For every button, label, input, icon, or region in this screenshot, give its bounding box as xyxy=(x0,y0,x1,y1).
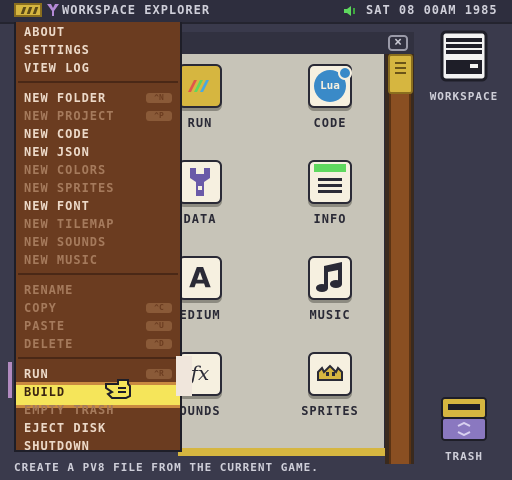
top-bar: WORKSPACE EXPLORER SAT 08 00AM 1985 xyxy=(0,0,512,24)
menu-item-settings[interactable]: SETTINGS xyxy=(24,43,90,57)
menu-item-eject-disk[interactable]: EJECT DISK xyxy=(24,421,106,435)
menu-item-new-tilemap[interactable]: NEW TILEMAP xyxy=(24,217,114,231)
menu-item-rename[interactable]: RENAME xyxy=(24,283,73,297)
menu-item-new-json[interactable]: NEW JSON xyxy=(24,145,90,159)
menu-item-new-sprites[interactable]: NEW SPRITES xyxy=(24,181,114,195)
menu-item-paste[interactable]: PASTE xyxy=(24,319,65,333)
menu-item-build[interactable]: BUILD xyxy=(24,385,65,399)
lua-icon-text: Lua xyxy=(320,79,340,92)
scrollbar-thumb[interactable] xyxy=(388,54,413,94)
close-button[interactable]: × xyxy=(388,35,408,51)
window-bottom-bar xyxy=(178,448,385,456)
lua-code-icon: Lua xyxy=(308,64,352,108)
music-note-icon xyxy=(308,256,352,300)
workspace-label: WORKSPACE xyxy=(429,90,499,103)
menu-item-new-folder[interactable]: NEW FOLDER xyxy=(24,91,106,105)
shortcut-badge: ^U xyxy=(146,321,172,331)
menu-item-empty-trash[interactable]: EMPTY TRASH xyxy=(24,403,114,417)
menu-item-new-colors[interactable]: NEW COLORS xyxy=(24,163,106,177)
file-item-music[interactable]: MUSIC xyxy=(288,256,372,322)
font-a-icon: A xyxy=(178,256,222,300)
shortcut-badge: ^D xyxy=(146,339,172,349)
workspace-drive-icon xyxy=(440,30,488,82)
trash-label: TRASH xyxy=(444,450,484,463)
file-item-code[interactable]: Lua CODE xyxy=(288,64,372,130)
menu-item-new-sounds[interactable]: NEW SOUNDS xyxy=(24,235,106,249)
menu-item-new-font[interactable]: NEW FONT xyxy=(24,199,90,213)
menu-item-delete[interactable]: DELETE xyxy=(24,337,73,351)
menu-item-copy[interactable]: COPY xyxy=(24,301,57,315)
pixel-vision-logo-icon xyxy=(47,4,59,16)
run-icon xyxy=(178,64,222,108)
explorer-window: × RUN Lua CODE DATA INFO A EDIUM MUSIC f… xyxy=(178,32,414,464)
file-grid: RUN Lua CODE DATA INFO A EDIUM MUSIC fx … xyxy=(178,54,384,448)
scrollbar-track[interactable] xyxy=(389,54,411,464)
menu-item-view-log[interactable]: VIEW LOG xyxy=(24,61,90,75)
menu-item-about[interactable]: ABOUT xyxy=(24,25,65,39)
file-label: SPRITES xyxy=(301,404,359,418)
clock: SAT 08 00AM 1985 xyxy=(366,3,498,17)
menu-item-new-project[interactable]: NEW PROJECT xyxy=(24,109,114,123)
selection-edge xyxy=(8,362,12,398)
app-menu: ABOUT SETTINGS VIEW LOG NEW FOLDER ^N NEW PRO… xyxy=(14,22,182,453)
trash-can[interactable]: TRASH xyxy=(424,396,504,463)
workspace-disk[interactable]: WORKSPACE xyxy=(424,30,504,103)
menu-separator xyxy=(18,357,178,359)
app-menu-button[interactable] xyxy=(14,3,42,17)
font-icon-text: A xyxy=(189,261,211,294)
window-title-bar[interactable]: × xyxy=(178,32,414,54)
screen: WORKSPACE EXPLORER SAT 08 00AM 1985 WORK… xyxy=(0,0,512,480)
file-label: CODE xyxy=(313,116,347,130)
status-bar-text: CREATE A PV8 FILE FROM THE CURRENT GAME. xyxy=(14,461,319,474)
hand-cursor-icon xyxy=(105,379,131,399)
menu-separator xyxy=(18,81,178,83)
menu-item-new-code[interactable]: NEW CODE xyxy=(24,127,90,141)
top-bar-title: WORKSPACE EXPLORER xyxy=(62,3,211,17)
menu-item-new-music[interactable]: NEW MUSIC xyxy=(24,253,98,267)
file-label: MUSIC xyxy=(309,308,351,322)
speaker-icon[interactable] xyxy=(344,6,360,16)
shortcut-badge: ^C xyxy=(146,303,172,313)
file-item-sprites[interactable]: SPRITES xyxy=(288,352,372,418)
info-doc-icon xyxy=(308,160,352,204)
menu-item-shutdown[interactable]: SHUTDOWN xyxy=(24,439,90,453)
shortcut-badge: ^R xyxy=(146,369,172,379)
file-label: INFO xyxy=(313,212,347,226)
sprites-icon xyxy=(308,352,352,396)
highlight-extension xyxy=(176,356,192,396)
wrench-data-icon xyxy=(178,160,222,204)
file-item-info[interactable]: INFO xyxy=(288,160,372,226)
trash-icon xyxy=(441,397,487,441)
shortcut-badge: ^N xyxy=(146,93,172,103)
menu-item-run[interactable]: RUN xyxy=(24,367,49,381)
menu-separator xyxy=(18,273,178,275)
scrollbar[interactable] xyxy=(385,54,414,464)
shortcut-badge: ^P xyxy=(146,111,172,121)
